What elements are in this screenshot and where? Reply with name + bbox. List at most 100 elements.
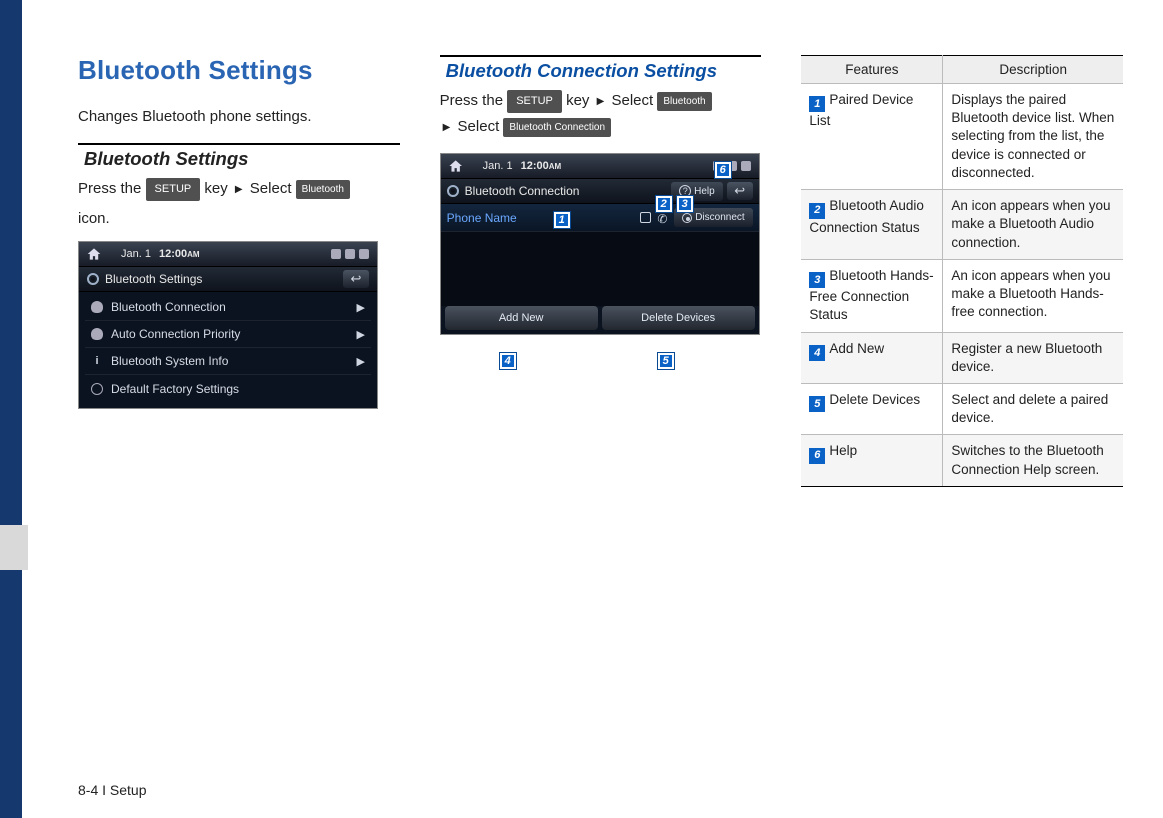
arrow-icon: ▶ — [443, 119, 451, 136]
status-time: 12:00AM — [521, 160, 562, 172]
device-row[interactable]: Phone Name ✆ Disconnect — [441, 204, 759, 232]
callout-3: 3 — [677, 196, 693, 212]
phone-name-label: Phone Name — [447, 211, 517, 225]
content: Bluetooth Settings Changes Bluetooth pho… — [28, 0, 1163, 818]
subheading-bt-settings: Bluetooth Settings — [78, 143, 400, 172]
feature-name: Delete Devices — [829, 392, 920, 407]
bt-icon — [359, 249, 369, 259]
chevron-right-icon: ▶ — [357, 301, 365, 314]
description-cell: Switches to the Bluetooth Connection Hel… — [943, 435, 1123, 486]
gear-icon — [447, 185, 459, 197]
screenshot-bt-connection: Jan. 1 12:00AM Bluetooth Connection ? He… — [440, 153, 760, 335]
list-item[interactable]: Default Factory Settings — [85, 375, 371, 402]
arrow-icon: ▶ — [235, 181, 243, 198]
setup-key-label: SETUP — [507, 90, 562, 113]
feature-cell: 5 Delete Devices — [801, 384, 943, 435]
instruction-2: Press the SETUP key ▶ Select Bluetooth ▶… — [440, 88, 762, 139]
table-row: 6HelpSwitches to the Bluetooth Connectio… — [801, 435, 1123, 486]
callout-badge: 1 — [809, 96, 825, 112]
screen-header-title: Bluetooth Settings — [105, 272, 202, 286]
screenshot-bt-settings: Jan. 1 12:00AM Bluetooth Settings ↩ — [78, 241, 378, 409]
list-item-label: Default Factory Settings — [111, 382, 239, 396]
contact-icon — [91, 301, 103, 313]
callout-badge: 2 — [809, 203, 825, 219]
th-features: Features — [801, 56, 943, 84]
home-icon — [87, 247, 101, 261]
status-date: Jan. 1 — [483, 160, 513, 172]
home-icon — [449, 159, 463, 173]
signal-icon — [331, 249, 341, 259]
status-time: 12:00AM — [159, 248, 200, 260]
screen-header-title: Bluetooth Connection — [465, 184, 580, 198]
page-footer: 8-4 I Setup — [78, 782, 147, 798]
feature-cell: 4Add New — [801, 332, 943, 383]
callout-1: 1 — [554, 212, 570, 228]
list-item[interactable]: Bluetooth Connection ▶ — [85, 294, 371, 321]
description-cell: Select and delete a paired device. — [943, 384, 1123, 435]
gear-icon — [91, 383, 103, 395]
device-list-body — [441, 232, 759, 306]
gear-icon — [87, 273, 99, 285]
bottom-buttons: Add New Delete Devices — [441, 306, 759, 334]
callout-5: 5 — [658, 353, 674, 369]
description-cell: An icon appears when you make a Bluetoot… — [943, 190, 1123, 260]
battery-icon — [345, 249, 355, 259]
list-item[interactable]: Auto Connection Priority ▶ — [85, 321, 371, 348]
delete-devices-button[interactable]: Delete Devices — [602, 306, 755, 330]
column-2: Bluetooth Connection Settings Press the … — [440, 55, 762, 818]
page-title: Bluetooth Settings — [78, 55, 400, 86]
table-row: 3Bluetooth Hands-Free Connection StatusA… — [801, 259, 1123, 332]
phone-icon: ✆ — [657, 212, 668, 223]
chevron-right-icon: ▶ — [357, 355, 365, 368]
bt-connection-key-label: Bluetooth Connection — [503, 118, 611, 137]
table-row: 4Add NewRegister a new Bluetooth device. — [801, 332, 1123, 383]
callout-6: 6 — [715, 162, 731, 178]
arrow-icon: ▶ — [597, 93, 605, 110]
instr-text: Press the — [440, 92, 503, 109]
add-new-button[interactable]: Add New — [445, 306, 598, 330]
instr-text: Select — [250, 180, 292, 197]
disconnect-icon — [682, 213, 692, 223]
list-item[interactable]: i Bluetooth System Info ▶ — [85, 348, 371, 375]
back-button[interactable]: ↩ — [727, 182, 753, 200]
table-row: 1Paired Device ListDisplays the paired B… — [801, 84, 1123, 190]
settings-list: Bluetooth Connection ▶ Auto Connection P… — [79, 292, 377, 408]
description-cell: Register a new Bluetooth device. — [943, 332, 1123, 383]
feature-cell: 1Paired Device List — [801, 84, 943, 190]
list-item-label: Bluetooth System Info — [111, 354, 228, 368]
callout-badge: 3 — [809, 272, 825, 288]
feature-name: Bluetooth Audio Connection Status — [809, 198, 924, 234]
feature-name: Bluetooth Hands-Free Connection Status — [809, 268, 933, 323]
chevron-right-icon: ▶ — [357, 328, 365, 341]
th-description: Description — [943, 56, 1123, 84]
feature-name: Add New — [829, 341, 884, 356]
status-bar: Jan. 1 12:00AM — [441, 154, 759, 178]
feature-name: Help — [829, 443, 857, 458]
instr-text: icon. — [78, 206, 400, 232]
table-row: 2Bluetooth Audio Connection StatusAn ico… — [801, 190, 1123, 260]
list-item-label: Auto Connection Priority — [111, 327, 240, 341]
status-icons — [331, 249, 369, 259]
callout-badge: 5 — [809, 396, 825, 412]
callout-4: 4 — [500, 353, 516, 369]
status-date: Jan. 1 — [121, 248, 151, 260]
column-1: Bluetooth Settings Changes Bluetooth pho… — [78, 55, 400, 818]
info-icon: i — [91, 355, 103, 367]
instr-text: Select — [611, 92, 653, 109]
bt-icon — [741, 161, 751, 171]
subheading-bt-conn: Bluetooth Connection Settings — [440, 55, 762, 84]
feature-cell: 2Bluetooth Audio Connection Status — [801, 190, 943, 260]
feature-cell: 6Help — [801, 435, 943, 486]
intro-text: Changes Bluetooth phone settings. — [78, 108, 400, 125]
music-icon — [640, 212, 651, 223]
table-header-row: Features Description — [801, 56, 1123, 84]
page: Bluetooth Settings Changes Bluetooth pho… — [0, 0, 1163, 818]
back-button[interactable]: ↩ — [343, 270, 369, 288]
status-bar: Jan. 1 12:00AM — [79, 242, 377, 266]
bluetooth-key-label: Bluetooth — [296, 180, 350, 199]
screen-header: Bluetooth Connection ? Help ↩ — [441, 178, 759, 204]
instr-text: Press the — [78, 180, 141, 197]
description-cell: Displays the paired Bluetooth device lis… — [943, 84, 1123, 190]
instr-text: key — [566, 92, 589, 109]
side-tab — [0, 0, 28, 818]
